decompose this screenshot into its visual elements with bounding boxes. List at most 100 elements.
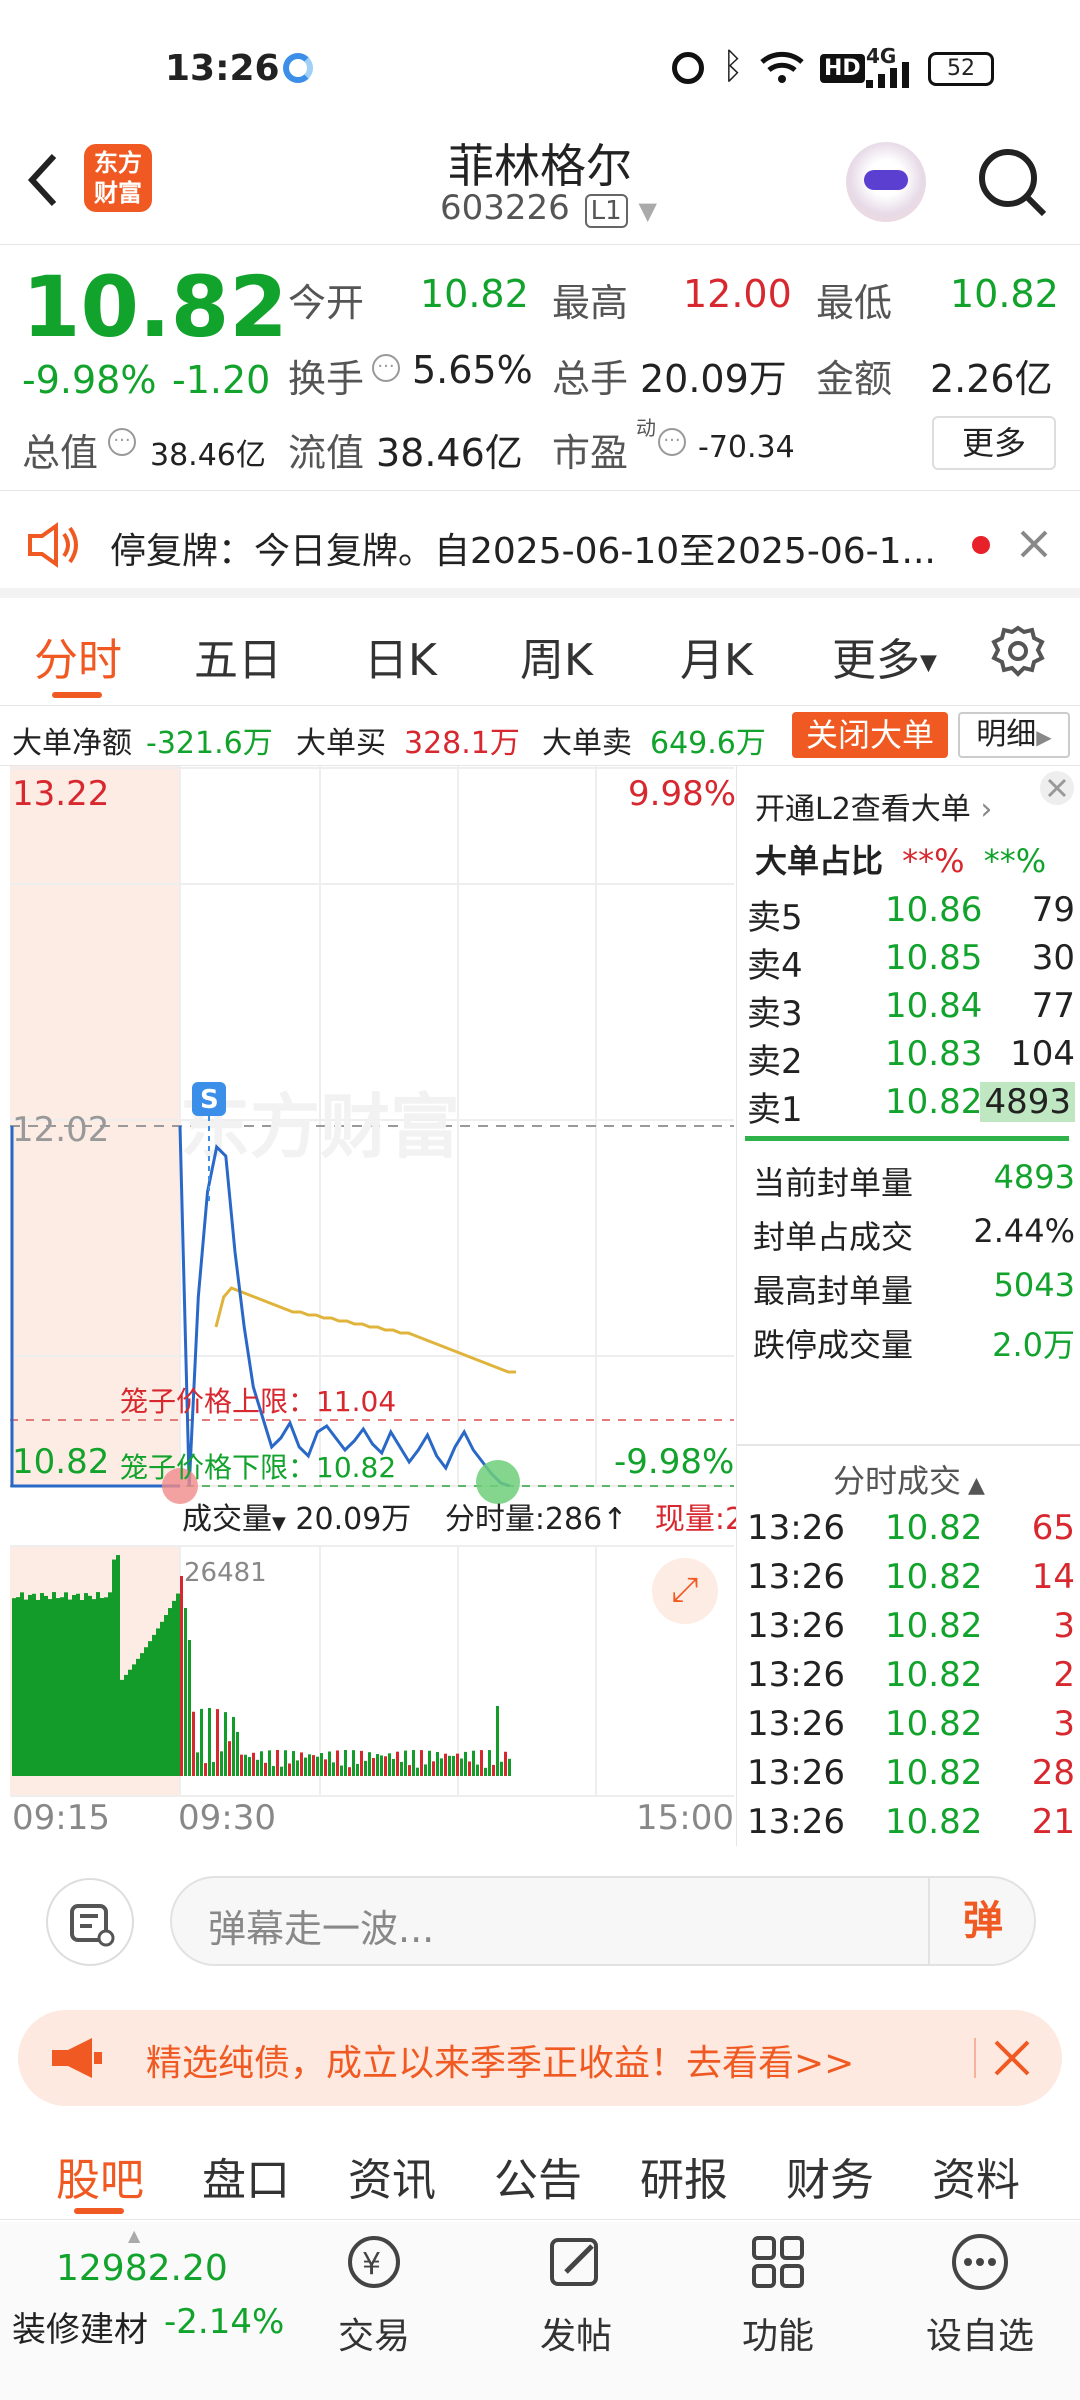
- volume-bar: [280, 1766, 283, 1776]
- ask-qty: 77: [1031, 986, 1075, 1026]
- volume-bar: [180, 1576, 183, 1776]
- trade-price: 10.82: [885, 1606, 983, 1646]
- ask-row[interactable]: 卖3 10.84 77: [745, 986, 1075, 1034]
- volume-bar: [204, 1763, 207, 1776]
- volume-bar: [100, 1598, 104, 1776]
- chart-tabs: 分时 五日 日K 周K 月K 更多▼: [0, 598, 1080, 706]
- mktcap-value: 38.46亿: [150, 438, 266, 473]
- trade-time: 13:26: [747, 1606, 845, 1646]
- robot-assistant-icon[interactable]: [846, 142, 926, 222]
- volume-bar: [80, 1599, 84, 1776]
- volume-bar: [276, 1750, 279, 1776]
- time-open-label: 09:30: [178, 1798, 276, 1838]
- bottom-pct-label: -9.98%: [614, 1442, 735, 1482]
- danmaku-send-button[interactable]: 弹: [928, 1878, 1036, 1964]
- volume-label: 总手: [552, 357, 629, 401]
- volume-bar: [152, 1634, 156, 1776]
- tab-forum[interactable]: 股吧: [56, 2144, 144, 2208]
- volume-bar: [136, 1658, 140, 1776]
- ask-row[interactable]: 卖4 10.85 30: [745, 938, 1075, 986]
- notice-bar[interactable]: 停复牌：今日复牌。自2025-06-10至2025-06-1...: [0, 492, 1080, 598]
- trade-time: 13:26: [747, 1802, 845, 1842]
- info-icon[interactable]: ···: [108, 428, 136, 456]
- tab-monthly-k[interactable]: 月K: [680, 624, 753, 688]
- volume-bar: [508, 1758, 511, 1776]
- volume-bar: [188, 1640, 191, 1776]
- float-cap-value: 38.46亿: [376, 431, 523, 475]
- more-button[interactable]: 更多: [932, 416, 1056, 470]
- ask-price: 10.85: [885, 938, 983, 978]
- trade-time: 13:26: [747, 1704, 845, 1744]
- danmaku-settings-icon: [70, 1904, 115, 1947]
- wifi-icon: [760, 51, 804, 83]
- settings-gear-icon[interactable]: [988, 622, 1048, 682]
- volume-bar: [56, 1598, 60, 1776]
- tab-intraday[interactable]: 分时: [34, 624, 122, 688]
- tab-orderbook[interactable]: 盘口: [202, 2144, 290, 2208]
- active-tab-indicator: [52, 692, 102, 698]
- tab-news[interactable]: 资讯: [348, 2144, 436, 2208]
- l2-promo-link[interactable]: 开通L2查看大单 ›: [755, 784, 992, 828]
- close-icon[interactable]: [1039, 770, 1075, 806]
- info-icon[interactable]: ···: [372, 354, 400, 382]
- volume-indicator-select[interactable]: 成交量▼: [182, 1502, 286, 1537]
- search-icon[interactable]: [976, 146, 1048, 218]
- close-icon[interactable]: [1018, 528, 1050, 560]
- last-price: 10.82: [22, 258, 288, 356]
- tab-five-day[interactable]: 五日: [194, 624, 282, 688]
- trades-title[interactable]: 分时成交 ▲: [737, 1456, 1080, 1502]
- tab-daily-k[interactable]: 日K: [364, 624, 437, 688]
- stock-code-row[interactable]: 603226 L1 ▼: [440, 188, 657, 228]
- tab-profile[interactable]: 资料: [932, 2144, 1020, 2208]
- tab-research[interactable]: 研报: [640, 2144, 728, 2208]
- caret-down-icon: ▼: [920, 650, 937, 676]
- tab-weekly-k[interactable]: 周K: [520, 624, 593, 688]
- stat-label: 封单占成交: [753, 1218, 914, 1256]
- trade-price: 10.82: [885, 1655, 983, 1695]
- danmaku-send-label: 弹: [963, 1898, 1003, 1944]
- trade-row: 13:26 10.82 2: [745, 1655, 1075, 1703]
- danmaku-input[interactable]: 弹幕走一波... 弹: [170, 1876, 1036, 1966]
- low-label: 最低: [816, 281, 893, 325]
- tab-financials[interactable]: 财务: [786, 2144, 874, 2208]
- add-watchlist-button[interactable]: 设自选: [910, 2232, 1050, 2359]
- volume-bar: [20, 1592, 24, 1776]
- volume-bar: [272, 1766, 275, 1776]
- volume-bar: [172, 1600, 176, 1776]
- trade-time: 13:26: [747, 1508, 845, 1548]
- bluetooth-icon: ᛒ: [722, 46, 744, 87]
- volume-bar: [488, 1750, 491, 1776]
- detail-button[interactable]: 明细▶: [958, 712, 1070, 758]
- ad-banner[interactable]: 精选纯债，成立以来季季正收益！去看看>>: [18, 2010, 1062, 2106]
- close-big-order-button[interactable]: 关闭大单: [792, 712, 948, 758]
- volume-bar: [492, 1764, 495, 1776]
- volume-bar: [420, 1750, 423, 1776]
- volume-bar: [108, 1592, 112, 1776]
- l2-promo-text: 开通L2查看大单: [755, 792, 971, 827]
- volume-bar: [184, 1608, 187, 1776]
- status-bar: 13:26 ᛒ HD 4G 52: [0, 0, 1080, 130]
- trade-row: 13:26 10.82 3: [745, 1606, 1075, 1654]
- volume-bar: [128, 1669, 132, 1776]
- expand-icon[interactable]: ⤢: [652, 1558, 718, 1624]
- change-amount: -1.20: [172, 358, 271, 402]
- volume-bar: [372, 1757, 375, 1776]
- post-button[interactable]: 发帖: [506, 2232, 646, 2359]
- volume-bar: [344, 1750, 347, 1776]
- close-icon[interactable]: [990, 2036, 1034, 2080]
- sector-index[interactable]: ▲ 12982.20 装修建材 -2.14%: [0, 2222, 300, 2400]
- tab-announcements[interactable]: 公告: [494, 2144, 582, 2208]
- volume-bar: [472, 1750, 475, 1776]
- info-icon[interactable]: ···: [658, 428, 686, 456]
- ask-row[interactable]: 卖2 10.83 104: [745, 1034, 1075, 1082]
- ask-row[interactable]: 卖1 10.82 4893: [745, 1082, 1075, 1130]
- functions-button[interactable]: 功能: [708, 2232, 848, 2359]
- ask-row[interactable]: 卖5 10.86 79: [745, 890, 1075, 938]
- danmaku-settings-button[interactable]: [46, 1878, 134, 1966]
- tab-more[interactable]: 更多▼: [832, 624, 937, 688]
- high-label: 最高: [552, 281, 629, 325]
- trade-button[interactable]: ¥ 交易: [304, 2232, 444, 2359]
- intraday-chart[interactable]: 东方财富 S 13.22 9.98% 12.02 10.82 -9.98% 笼子…: [0, 766, 736, 1846]
- chevron-right-icon: ›: [970, 792, 993, 827]
- volume-bar: [468, 1761, 471, 1776]
